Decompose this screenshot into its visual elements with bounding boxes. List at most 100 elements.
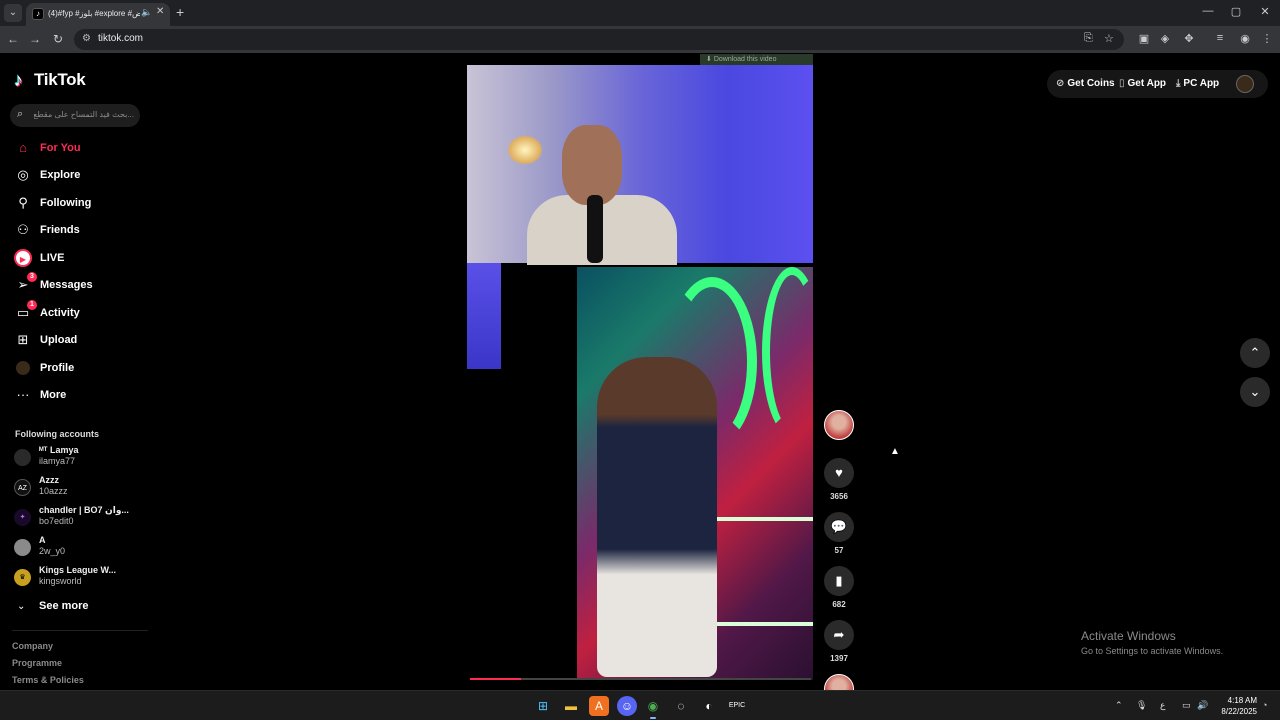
discord-icon[interactable]: ☺ [617,696,637,716]
new-tab-button[interactable]: + [176,4,184,20]
windows-start-icon[interactable]: ⊞ [533,696,553,716]
app-icon-2[interactable]: ◌ [671,696,691,716]
profile-avatar [16,361,30,375]
following-account[interactable]: AZ Azzz 10azzz [14,475,144,501]
previous-video-chevron-up-icon[interactable]: ⌃ [1240,338,1270,368]
close-window-button[interactable]: ✕ [1255,5,1275,18]
get-coins-button[interactable]: ⊘ Get Coins [1056,78,1115,89]
back-arrow-icon[interactable]: ← [5,32,21,46]
clock-date[interactable]: 8/22/2025 [1211,707,1257,716]
upload-plus-icon: ⊞ [17,332,29,347]
extension-icon-2[interactable]: ◈ [1157,32,1173,45]
footer-link-company[interactable]: Company [12,641,53,651]
sidebar-item-label: Friends [40,224,80,236]
get-app-button[interactable]: ▯ Get App [1119,78,1166,89]
account-name: A [39,535,46,545]
site-info-icon[interactable]: ⚙ [82,33,91,44]
sidebar-item-following[interactable]: ⚲ Following [14,193,144,213]
tab-close-icon[interactable]: ✕ [156,6,164,17]
get-coins-label: Get Coins [1067,78,1115,89]
minimize-button[interactable]: — [1198,5,1218,17]
sidebar-item-live[interactable]: ▶ LIVE [14,248,144,268]
see-more-label: See more [39,600,89,612]
creator-avatar[interactable] [824,410,854,440]
logo-text: TikTok [34,70,86,89]
following-account[interactable]: ᴹᵀ Lamya ilamya77 [14,445,144,471]
account-handle: 2w_y0 [39,546,66,556]
messages-icon: ➢ 3 [14,272,37,294]
sidebar-item-explore[interactable]: ◎ Explore [14,165,144,185]
coin-icon: ⊘ [1056,78,1065,89]
network-icon[interactable]: ▭ [1182,700,1191,711]
friends-icon: ⚇ [17,222,29,237]
tab-search-button[interactable]: ⌄ [4,4,22,22]
tray-chevron-up-icon[interactable]: ⌃ [1115,700,1123,711]
account-avatar: ♛ [14,569,31,586]
tiktok-logo[interactable]: ♪ TikTok [14,70,86,90]
share-arrow-icon[interactable]: ➦ [824,620,854,650]
sidebar-item-upload[interactable]: ⊞ Upload [14,330,144,350]
video-frame-webcam [467,65,813,265]
live-icon: ▶ [14,249,32,267]
video-progress-bar[interactable] [470,678,811,680]
download-label: Download this video [713,56,777,63]
media-control-icon[interactable]: ≡ [1212,32,1228,44]
user-avatar[interactable] [1236,75,1254,93]
browser-menu-icon[interactable]: ⋮ [1259,32,1275,45]
language-indicator[interactable]: ع [1160,700,1165,711]
address-bar[interactable]: ⚙ tiktok.com ⎘ ☆ [74,29,1124,50]
sidebar-item-profile[interactable]: Profile [14,358,144,378]
extensions-puzzle-icon[interactable]: ✥ [1181,32,1197,45]
account-handle: 10azzz [39,486,68,496]
sidebar-item-messages[interactable]: ➢ 3 Messages [14,272,144,295]
search-icon: ⌕ [17,108,24,120]
reload-icon[interactable]: ↻ [50,32,66,46]
install-app-icon[interactable]: ⎘ [1084,32,1093,45]
comment-icon[interactable]: 💬 [824,512,854,542]
sidebar-item-label: Profile [40,362,75,374]
sidebar-item-label: Explore [40,169,81,181]
notifications-icon[interactable]: ◔ [1262,700,1267,710]
sidebar-item-label: LIVE [40,252,65,264]
browser-tab-bar: ⌄ ♪ (4)#fyp #بلوز #explore #رياض 🔈 ✕ + —… [0,0,1280,26]
volume-icon[interactable]: 🔊 [1197,700,1208,711]
messages-badge: 3 [27,272,37,282]
following-account[interactable]: ✦ chandler | BO7 وان... bo7edit0 [14,505,144,531]
extension-icon[interactable]: ▣ [1136,32,1152,45]
video-player[interactable] [467,65,813,680]
speaker-icon[interactable]: 🔈 [141,7,152,18]
microphone-icon[interactable]: 🎙 [1136,700,1147,711]
clock-time[interactable]: 4:18 AM [1217,696,1257,705]
epic-games-icon[interactable]: EPIC [727,696,747,716]
phone-icon: ▯ [1119,78,1125,89]
sidebar-item-activity[interactable]: ▭ 1 Activity [14,300,144,323]
file-explorer-icon[interactable]: ▬ [561,696,581,716]
pc-app-button[interactable]: ⤓ PC App [1176,78,1219,89]
account-handle: kingsworld [39,576,82,586]
next-video-chevron-down-icon[interactable]: ⌄ [1240,377,1270,407]
forward-arrow-icon[interactable]: → [27,32,43,46]
bookmark-icon[interactable]: ▮ [824,566,854,596]
like-heart-icon[interactable]: ♥ [824,458,854,488]
sidebar-item-for-you[interactable]: ⌂ For You [14,138,144,158]
account-avatar: AZ [14,479,31,496]
footer-link-terms[interactable]: Terms & Policies [12,675,84,685]
bookmark-star-icon[interactable]: ☆ [1104,32,1114,45]
profile-avatar[interactable]: ◉ [1237,32,1253,45]
search-input[interactable]: ⌕ ...بحث فيد التمساح على مقطع الفارس [10,104,140,127]
following-account[interactable]: A 2w_y0 [14,535,144,561]
see-more-button[interactable]: ⌄ See more [17,600,89,612]
like-count: 3656 [830,492,848,501]
app-icon[interactable]: A [589,696,609,716]
divider [12,630,148,631]
sidebar-item-more[interactable]: ··· More [14,385,144,405]
search-placeholder: ...بحث فيد التمساح على مقطع الفارس [34,110,134,119]
browser-tab-active[interactable]: ♪ (4)#fyp #بلوز #explore #رياض 🔈 ✕ [26,3,170,26]
maximize-button[interactable]: ▢ [1226,5,1246,18]
chrome-icon[interactable]: ◉ [643,696,663,719]
steam-icon[interactable]: ◐ [699,696,719,716]
following-account[interactable]: ♛ Kings League W... kingsworld [14,565,144,591]
sidebar-item-friends[interactable]: ⚇ Friends [14,220,144,240]
wrestler [597,357,717,677]
footer-link-programme[interactable]: Programme [12,658,62,668]
